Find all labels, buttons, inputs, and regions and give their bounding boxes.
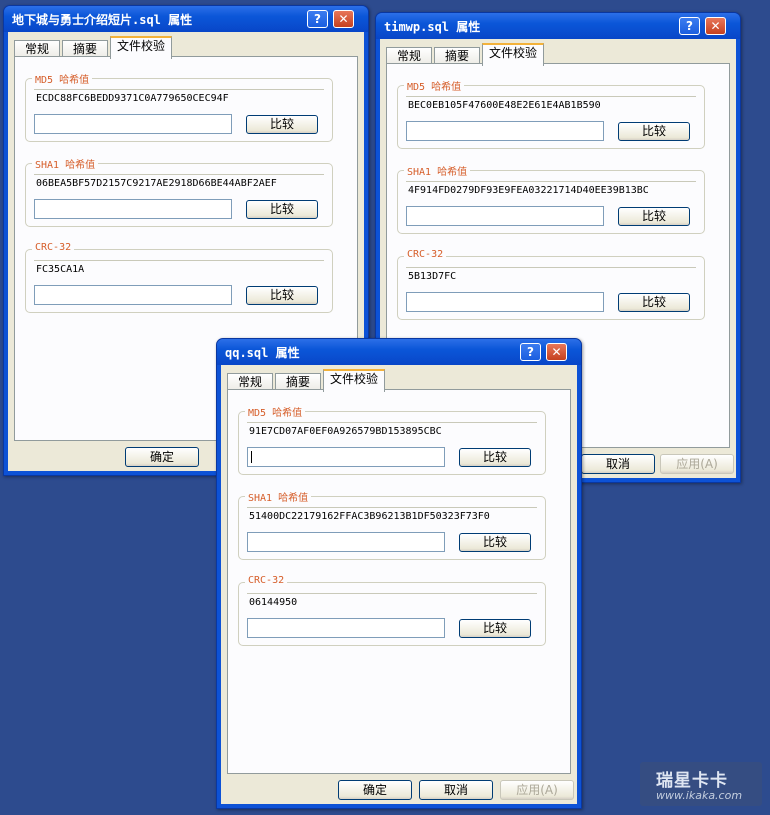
sha1-compare-button[interactable]: 比较 — [246, 200, 318, 219]
crc32-group: CRC-32 06144950 比较 — [238, 575, 546, 646]
sha1-compare-button[interactable]: 比较 — [459, 533, 531, 552]
crc32-value: 5B13D7FC — [408, 271, 457, 282]
checksum-panel: MD5 哈希值 91E7CD07AF0EF0A926579BD153895CBC… — [227, 389, 571, 774]
help-button[interactable]: ? — [520, 343, 541, 361]
tab-file-checksum[interactable]: 文件校验 — [323, 369, 385, 392]
sha1-label: SHA1 哈希值 — [32, 156, 99, 171]
sha1-compare-input[interactable] — [406, 206, 604, 226]
md5-compare-button[interactable]: 比较 — [246, 115, 318, 134]
tab-file-checksum[interactable]: 文件校验 — [110, 36, 172, 59]
md5-group: MD5 哈希值 91E7CD07AF0EF0A926579BD153895CBC… — [238, 404, 546, 475]
crc32-compare-input[interactable] — [34, 285, 232, 305]
watermark-logo: 瑞星卡卡 www.ikaka.com — [640, 762, 762, 806]
help-button[interactable]: ? — [679, 17, 700, 35]
watermark-title: 瑞星卡卡 — [656, 771, 728, 791]
sha1-value: 06BEA5BF57D2157C9217AE2918D66BE44ABF2AEF — [36, 178, 277, 189]
sha1-label: SHA1 哈希值 — [404, 163, 471, 178]
md5-compare-input[interactable] — [247, 447, 445, 467]
md5-compare-input[interactable] — [406, 121, 604, 141]
crc32-label: CRC-32 — [245, 575, 288, 586]
sha1-group: SHA1 哈希值 51400DC22179162FFAC3B96213B1DF5… — [238, 489, 546, 560]
crc32-label: CRC-32 — [404, 249, 447, 260]
md5-compare-input[interactable] — [34, 114, 232, 134]
text-caret — [251, 451, 252, 463]
md5-compare-button[interactable]: 比较 — [459, 448, 531, 467]
md5-value: ECDC88FC6BEDD9371C0A779650CEC94F — [36, 93, 229, 104]
crc32-value: FC35CA1A — [36, 264, 85, 275]
crc32-compare-button[interactable]: 比较 — [459, 619, 531, 638]
md5-value: BEC0EB105F47600E48E2E61E4AB1B590 — [408, 100, 601, 111]
md5-label: MD5 哈希值 — [32, 71, 93, 86]
crc32-compare-button[interactable]: 比较 — [246, 286, 318, 305]
sha1-compare-input[interactable] — [247, 532, 445, 552]
window-title: timwp.sql 属性 — [384, 20, 481, 34]
md5-group: MD5 哈希值 ECDC88FC6BEDD9371C0A779650CEC94F… — [25, 71, 333, 142]
title-bar[interactable]: 地下城与勇士介绍短片.sql 属性 ? ✕ — [4, 6, 368, 32]
crc32-value: 06144950 — [249, 597, 298, 608]
md5-label: MD5 哈希值 — [245, 404, 306, 419]
md5-group: MD5 哈希值 BEC0EB105F47600E48E2E61E4AB1B590… — [397, 78, 705, 149]
window-title: 地下城与勇士介绍短片.sql 属性 — [12, 13, 193, 27]
help-button[interactable]: ? — [307, 10, 328, 28]
cancel-button[interactable]: 取消 — [419, 780, 493, 800]
tab-file-checksum[interactable]: 文件校验 — [482, 43, 544, 66]
md5-compare-button[interactable]: 比较 — [618, 122, 690, 141]
properties-window-qq: qq.sql 属性 ? ✕ 常规 摘要 文件校验 MD5 哈希值 91E7CD0… — [216, 338, 582, 809]
watermark-url: www.ikaka.com — [656, 789, 743, 802]
md5-label: MD5 哈希值 — [404, 78, 465, 93]
crc32-compare-button[interactable]: 比较 — [618, 293, 690, 312]
sha1-value: 51400DC22179162FFAC3B96213B1DF50323F73F0 — [249, 511, 490, 522]
crc32-compare-input[interactable] — [247, 618, 445, 638]
apply-button: 应用(A) — [660, 454, 734, 474]
close-button[interactable]: ✕ — [546, 343, 567, 361]
sha1-label: SHA1 哈希值 — [245, 489, 312, 504]
sha1-value: 4F914FD0279DF93E9FEA03221714D40EE39B13BC — [408, 185, 649, 196]
close-button[interactable]: ✕ — [705, 17, 726, 35]
crc32-group: CRC-32 5B13D7FC 比较 — [397, 249, 705, 320]
dialog-body: 常规 摘要 文件校验 MD5 哈希值 91E7CD07AF0EF0A926579… — [221, 365, 577, 804]
ok-button[interactable]: 确定 — [338, 780, 412, 800]
title-bar[interactable]: qq.sql 属性 ? ✕ — [217, 339, 581, 365]
sha1-compare-input[interactable] — [34, 199, 232, 219]
title-bar[interactable]: timwp.sql 属性 ? ✕ — [376, 13, 740, 39]
ok-button[interactable]: 确定 — [125, 447, 199, 467]
sha1-group: SHA1 哈希值 06BEA5BF57D2157C9217AE2918D66BE… — [25, 156, 333, 227]
apply-button: 应用(A) — [500, 780, 574, 800]
crc32-label: CRC-32 — [32, 242, 75, 253]
cancel-button[interactable]: 取消 — [581, 454, 655, 474]
crc32-group: CRC-32 FC35CA1A 比较 — [25, 242, 333, 313]
sha1-group: SHA1 哈希值 4F914FD0279DF93E9FEA03221714D40… — [397, 163, 705, 234]
window-title: qq.sql 属性 — [225, 346, 300, 360]
sha1-compare-button[interactable]: 比较 — [618, 207, 690, 226]
md5-value: 91E7CD07AF0EF0A926579BD153895CBC — [249, 426, 442, 437]
crc32-compare-input[interactable] — [406, 292, 604, 312]
close-button[interactable]: ✕ — [333, 10, 354, 28]
